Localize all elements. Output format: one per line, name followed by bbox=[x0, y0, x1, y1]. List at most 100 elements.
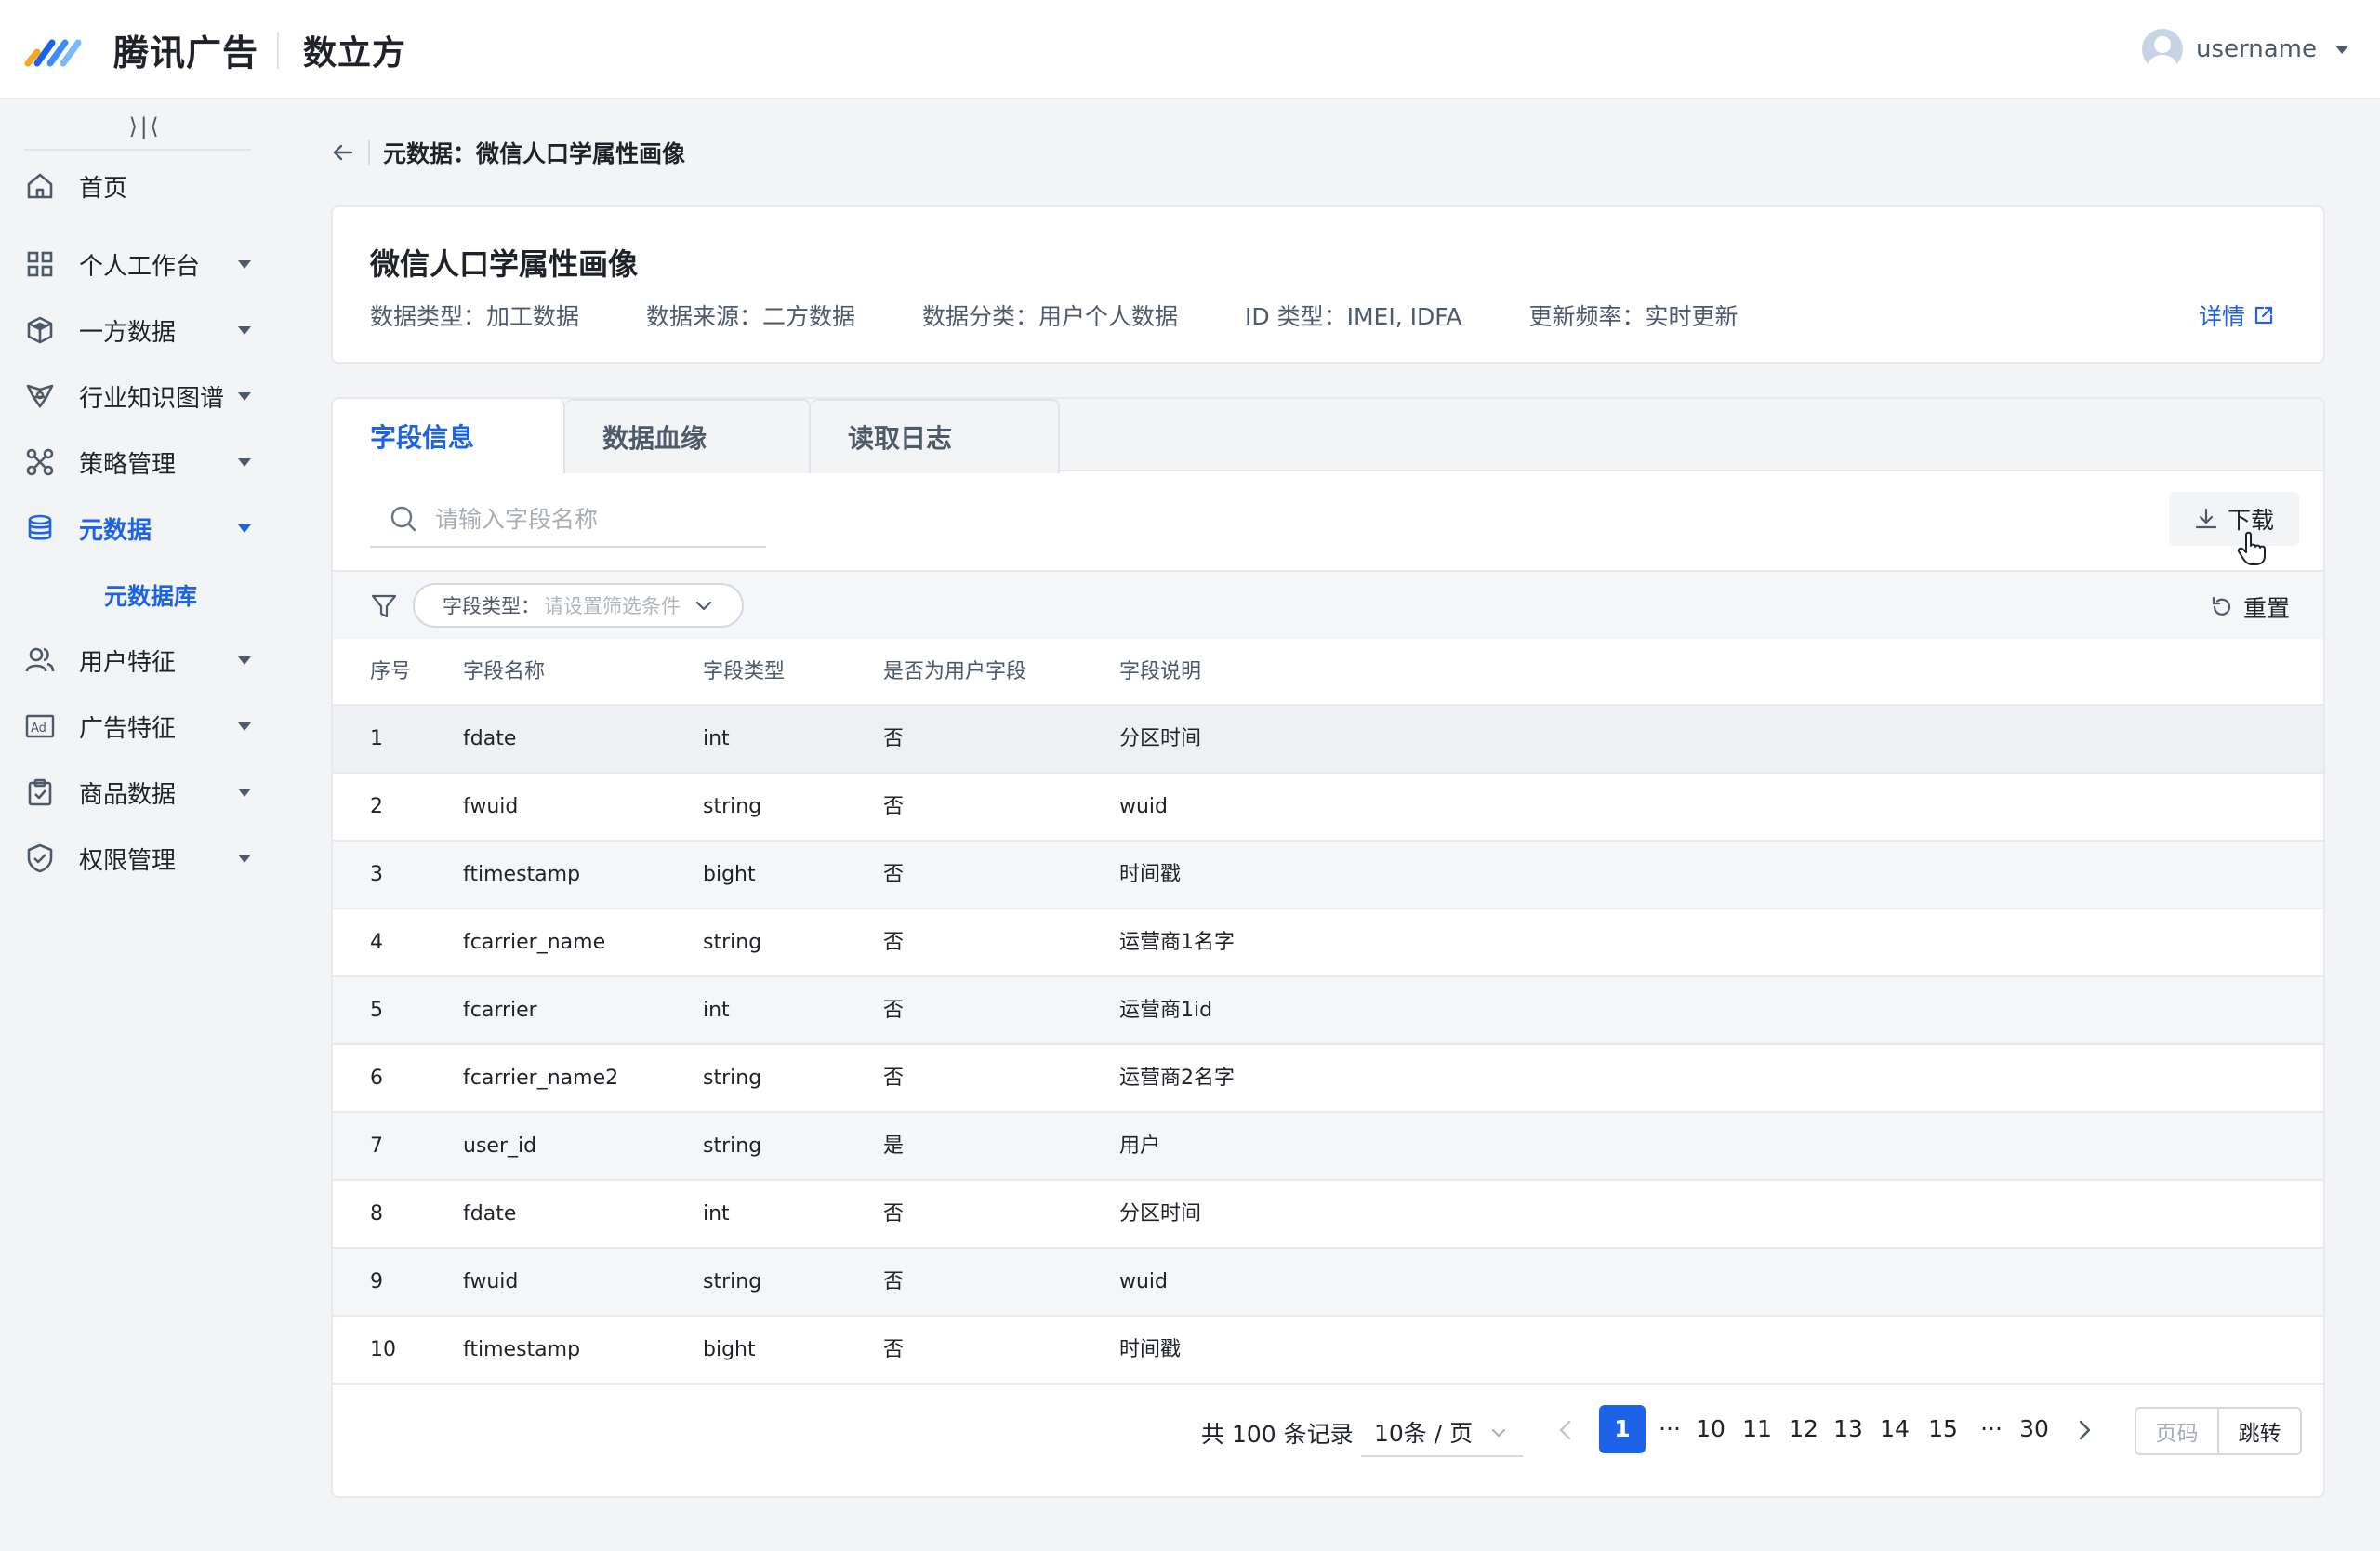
meta-data-category: 数据分类：用户个人数据 bbox=[922, 303, 1179, 330]
caret-down-icon bbox=[238, 722, 251, 731]
caret-down-icon[interactable] bbox=[2335, 45, 2348, 54]
ad-icon: Ad bbox=[25, 714, 55, 738]
column-header-description: 字段说明 bbox=[1119, 660, 1202, 683]
cell-is-user-field: 否 bbox=[883, 1270, 905, 1293]
table-row[interactable]: 6 fcarrier_name2 string 否 运营商2名字 bbox=[333, 1045, 2323, 1113]
page-current[interactable]: 1 bbox=[1599, 1405, 1646, 1453]
meta-data-source: 数据来源：二方数据 bbox=[646, 303, 856, 330]
table-row[interactable]: 10 ftimestamp bight 否 时间戳 bbox=[333, 1317, 2323, 1385]
dataset-title: 微信人口学属性画像 bbox=[370, 246, 639, 282]
filter-placeholder: 请设置筛选条件 bbox=[544, 595, 681, 617]
reset-button[interactable]: 重置 bbox=[2210, 590, 2290, 624]
cell-description: wuid bbox=[1119, 795, 1169, 818]
page-ellipsis[interactable]: ··· bbox=[1973, 1405, 2010, 1453]
page-number[interactable]: 13 bbox=[1830, 1405, 1867, 1453]
table-row[interactable]: 5 fcarrier int 否 运营商1id bbox=[333, 977, 2323, 1045]
tab-field-info[interactable]: 字段信息 bbox=[333, 399, 565, 473]
caret-down-icon bbox=[238, 391, 251, 401]
sidebar-item-permissions[interactable]: 权限管理 bbox=[0, 832, 279, 884]
user-menu[interactable]: username bbox=[2142, 28, 2348, 71]
back-arrow-icon[interactable] bbox=[331, 140, 355, 165]
sidebar-item-user-features[interactable]: 用户特征 bbox=[0, 634, 279, 686]
chevron-down-icon bbox=[695, 601, 712, 611]
home-icon bbox=[27, 173, 53, 199]
caret-down-icon bbox=[238, 788, 251, 797]
table-row[interactable]: 2 fwuid string 否 wuid bbox=[333, 774, 2323, 842]
page-number[interactable]: 12 bbox=[1785, 1405, 1822, 1453]
sidebar-divider bbox=[24, 149, 251, 151]
sidebar-item-workspace[interactable]: 个人工作台 bbox=[0, 238, 279, 290]
sidebar-item-ad-features[interactable]: Ad 广告特征 bbox=[0, 700, 279, 752]
sidebar-item-label: 商品数据 bbox=[79, 780, 177, 809]
page-number[interactable]: 11 bbox=[1739, 1405, 1776, 1453]
page-number[interactable]: 15 bbox=[1924, 1405, 1962, 1453]
cell-description: 运营商1id bbox=[1119, 999, 1213, 1022]
table-row[interactable]: 3 ftimestamp bight 否 时间戳 bbox=[333, 842, 2323, 909]
download-button[interactable]: 下载 bbox=[2169, 492, 2299, 546]
cube-icon bbox=[27, 316, 53, 344]
tab-read-log[interactable]: 读取日志 bbox=[811, 399, 1060, 473]
sidebar-item-metadata[interactable]: 元数据 bbox=[0, 502, 279, 554]
detail-link-label[interactable]: 详情 bbox=[2199, 298, 2245, 332]
filter-bar: 字段类型： 请设置筛选条件 重置 bbox=[333, 570, 2323, 639]
avatar[interactable] bbox=[2142, 29, 2183, 70]
total-records: 共 100 条记录 bbox=[1201, 1421, 1354, 1448]
sidebar-item-label: 首页 bbox=[79, 174, 128, 203]
tab-bar: 字段信息 数据血缘 读取日志 bbox=[333, 399, 2323, 473]
cell-description: 时间戳 bbox=[1119, 863, 1182, 886]
collapse-icon[interactable]: ⟩|⟨ bbox=[126, 113, 161, 139]
next-page-icon[interactable] bbox=[2071, 1418, 2096, 1442]
cell-field-type: bight bbox=[703, 1338, 756, 1361]
detail-link[interactable]: 详情 bbox=[2199, 298, 2275, 332]
cell-index: 1 bbox=[370, 727, 383, 750]
chevron-down-icon bbox=[1492, 1429, 1505, 1437]
sidebar-item-strategy[interactable]: 策略管理 bbox=[0, 436, 279, 488]
page-last[interactable]: 30 bbox=[2016, 1405, 2053, 1453]
cell-index: 2 bbox=[370, 795, 383, 818]
cell-field-name: fdate bbox=[463, 1202, 517, 1226]
page-jump-input[interactable]: 页码 bbox=[2136, 1409, 2219, 1453]
prev-page-icon[interactable] bbox=[1554, 1418, 1579, 1442]
username[interactable]: username bbox=[2196, 35, 2317, 63]
cell-is-user-field: 否 bbox=[883, 727, 905, 750]
caret-down-icon bbox=[238, 259, 251, 269]
table-row[interactable]: 4 fcarrier_name string 否 运营商1名字 bbox=[333, 909, 2323, 977]
external-link-icon[interactable] bbox=[2253, 304, 2275, 326]
field-type-filter[interactable]: 字段类型： 请设置筛选条件 bbox=[413, 583, 744, 628]
table-row[interactable]: 8 fdate int 否 分区时间 bbox=[333, 1181, 2323, 1249]
sidebar-item-home[interactable]: 首页 bbox=[0, 160, 279, 212]
cell-field-type: string bbox=[703, 795, 762, 818]
sidebar-item-label: 元数据 bbox=[79, 516, 152, 545]
sidebar-subitem-metadata-library[interactable]: 元数据库 bbox=[104, 578, 197, 612]
cell-index: 6 bbox=[370, 1067, 383, 1090]
page-ellipsis[interactable]: ··· bbox=[1651, 1405, 1688, 1453]
sidebar-item-product-data[interactable]: 商品数据 bbox=[0, 766, 279, 818]
cell-field-type: bight bbox=[703, 863, 756, 886]
cell-description: 分区时间 bbox=[1119, 1202, 1202, 1226]
page-jump: 页码 跳转 bbox=[2135, 1407, 2302, 1455]
filter-icon[interactable] bbox=[370, 592, 398, 620]
tab-data-lineage[interactable]: 数据血缘 bbox=[565, 399, 811, 473]
cell-description: 运营商1名字 bbox=[1119, 931, 1235, 954]
reset-label[interactable]: 重置 bbox=[2243, 590, 2290, 624]
page-jump-button[interactable]: 跳转 bbox=[2219, 1409, 2300, 1453]
sidebar-item-first-party-data[interactable]: 一方数据 bbox=[0, 304, 279, 356]
search-input[interactable] bbox=[435, 505, 751, 533]
table-row[interactable]: 1 fdate int 否 分区时间 bbox=[333, 706, 2323, 774]
sidebar-item-knowledge-graph[interactable]: 行业知识图谱 bbox=[0, 370, 279, 422]
cell-index: 5 bbox=[370, 999, 383, 1022]
page-number[interactable]: 14 bbox=[1876, 1405, 1913, 1453]
page-size-value[interactable]: 10条 / 页 bbox=[1374, 1415, 1473, 1449]
field-search[interactable] bbox=[370, 492, 766, 548]
page-size-select[interactable]: 10条 / 页 bbox=[1361, 1409, 1523, 1457]
page-number[interactable]: 10 bbox=[1692, 1405, 1729, 1453]
sidebar-item-label: 策略管理 bbox=[79, 450, 177, 479]
sidebar-item-label: 广告特征 bbox=[79, 714, 177, 743]
column-header-is-user-field: 是否为用户字段 bbox=[883, 660, 1027, 683]
cell-is-user-field: 否 bbox=[883, 863, 905, 886]
cell-field-type: int bbox=[703, 999, 730, 1022]
cell-field-type: string bbox=[703, 1067, 762, 1090]
download-icon bbox=[2195, 508, 2217, 529]
table-row[interactable]: 7 user_id string 是 用户 bbox=[333, 1113, 2323, 1181]
table-row[interactable]: 9 fwuid string 否 wuid bbox=[333, 1249, 2323, 1317]
